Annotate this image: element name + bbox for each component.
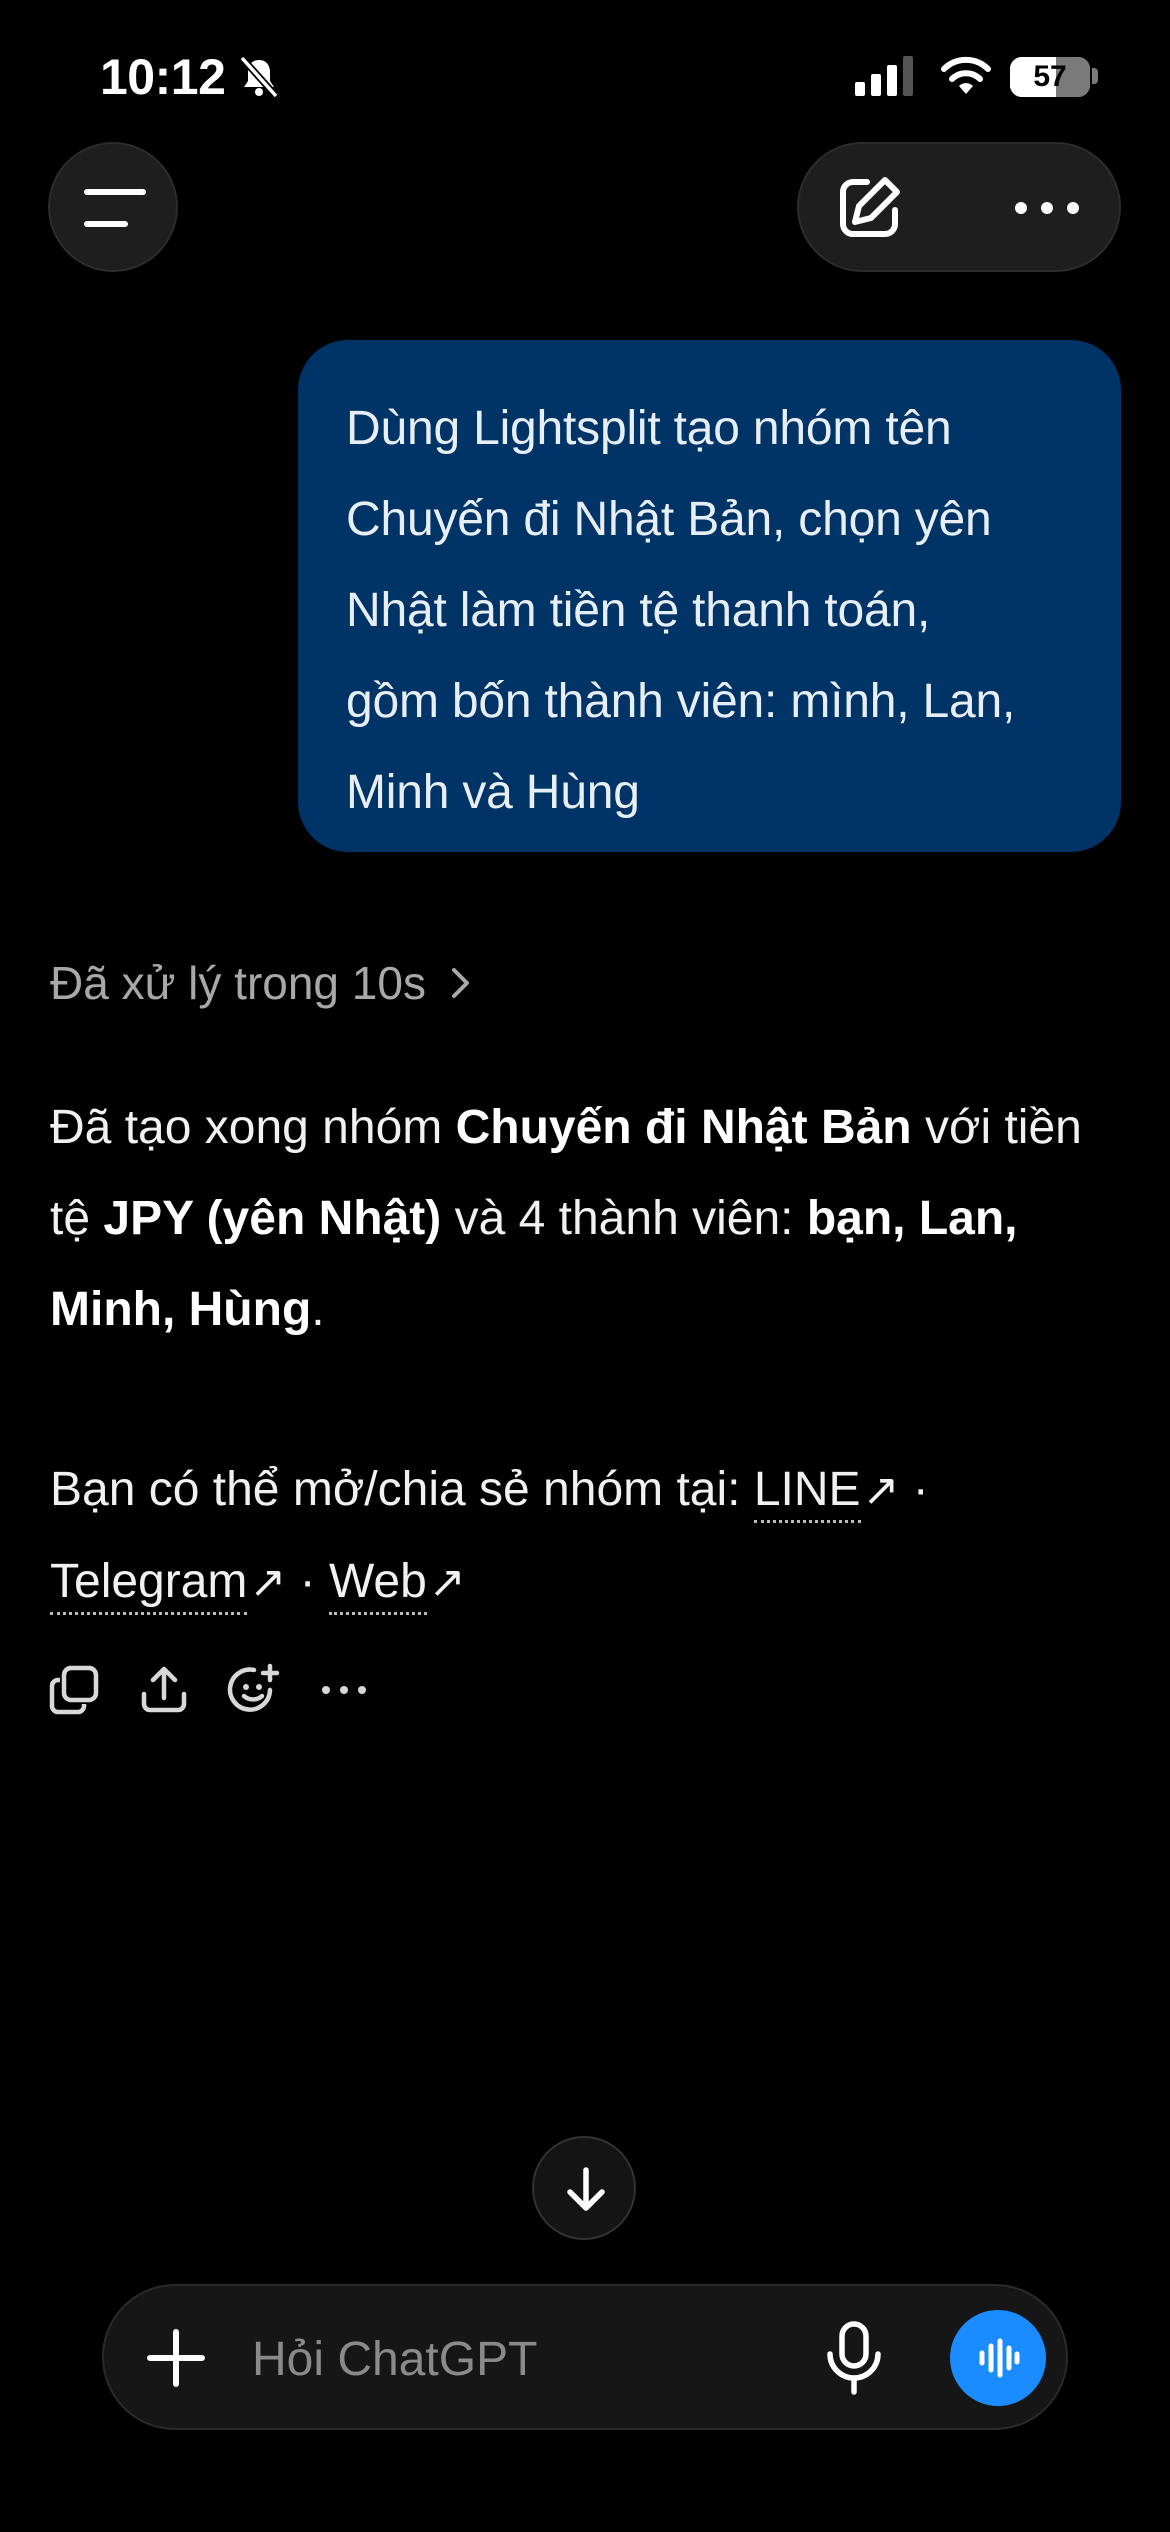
external-link-icon: ↗ <box>428 1558 466 1607</box>
cellular-signal-icon <box>855 56 913 96</box>
hamburger-icon <box>84 189 146 227</box>
arrow-down-icon <box>567 2167 605 2211</box>
status-time: 10:12 <box>100 49 226 105</box>
bell-muted-icon <box>239 55 279 99</box>
link-telegram[interactable]: Telegram <box>50 1555 248 1615</box>
separator: · <box>899 1463 929 1516</box>
waveform-icon <box>979 2338 1020 2378</box>
copy-icon[interactable] <box>46 1662 102 1718</box>
battery-tip <box>1092 68 1098 84</box>
user-message-bubble: Dùng Lightsplit tạo nhóm tên Chuyến đi N… <box>298 340 1121 852</box>
voice-mode-button[interactable] <box>950 2310 1046 2406</box>
assistant-message: Đã tạo xong nhóm Chuyến đi Nhật Bản với … <box>50 1082 1110 1628</box>
external-link-icon: ↗ <box>862 1466 900 1515</box>
answer-text: và 4 thành viên: <box>441 1192 807 1245</box>
add-reaction-icon[interactable] <box>226 1662 282 1718</box>
answer-text: . <box>311 1283 325 1336</box>
scroll-to-bottom-button[interactable] <box>532 2136 636 2240</box>
share-icon[interactable] <box>136 1662 192 1718</box>
chevron-right-icon <box>451 968 469 998</box>
wifi-icon <box>941 56 991 94</box>
header-actions <box>797 142 1121 272</box>
microphone-icon[interactable] <box>822 2320 886 2396</box>
user-message-line: Nhật làm tiền tệ thanh toán, <box>346 584 931 637</box>
message-input[interactable] <box>250 2326 894 2392</box>
answer-paragraph-2: Bạn có thể mở/chia sẻ nhóm tại: LINE↗ · … <box>50 1444 1110 1628</box>
composer-bar <box>102 2284 1068 2430</box>
plus-icon[interactable] <box>144 2326 208 2390</box>
link-web[interactable]: Web <box>328 1555 427 1615</box>
separator: · <box>286 1555 329 1608</box>
edit-icon[interactable] <box>833 172 905 244</box>
answer-text: Đã tạo xong nhóm <box>50 1101 456 1154</box>
external-link-icon: ↗ <box>249 1558 287 1607</box>
user-message-line: gồm bốn thành viên: mình, Lan, <box>346 675 1016 728</box>
link-line[interactable]: LINE <box>753 1463 861 1523</box>
reasoning-toggle[interactable]: Đã xử lý trong 10s <box>50 956 472 1010</box>
sidebar-menu-button[interactable] <box>48 142 178 272</box>
processed-label: Đã xử lý trong 10s <box>50 957 426 1009</box>
more-horizontal-icon[interactable] <box>1011 190 1083 226</box>
answer-text: Bạn có thể mở/chia sẻ nhóm tại: <box>50 1463 754 1516</box>
battery-level: 57 <box>1033 60 1067 93</box>
user-message-line: Dùng Lightsplit tạo nhóm tên <box>346 402 952 455</box>
more-horizontal-icon[interactable] <box>316 1662 372 1718</box>
group-name: Chuyến đi Nhật Bản <box>455 1101 912 1154</box>
answer-paragraph-1: Đã tạo xong nhóm Chuyến đi Nhật Bản với … <box>50 1082 1110 1355</box>
battery-indicator: 57 <box>1010 57 1090 97</box>
user-message-line: Minh và Hùng <box>346 766 640 819</box>
user-message-line: Chuyến đi Nhật Bản, chọn yên <box>346 493 992 546</box>
currency: JPY (yên Nhật) <box>103 1192 442 1245</box>
